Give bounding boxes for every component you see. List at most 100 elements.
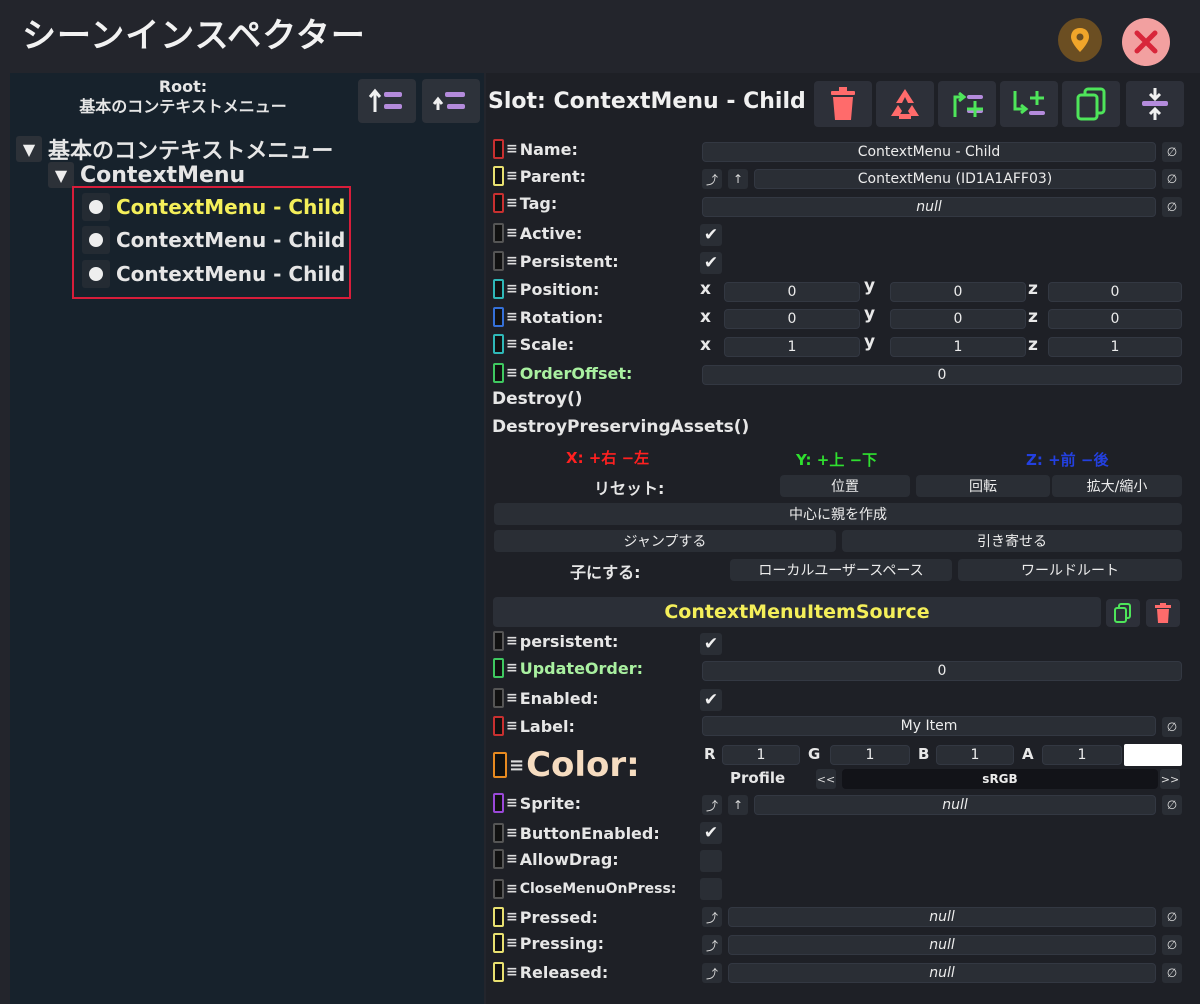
tree-node-contextmenu[interactable]: ▼ ContextMenu (48, 162, 245, 188)
color-b-label: B (918, 745, 930, 763)
recycle-icon[interactable] (876, 81, 934, 127)
axis-y-label: y (864, 332, 876, 352)
active-checkbox[interactable]: ✔ (700, 224, 722, 246)
color-a-field[interactable]: 1 (1042, 745, 1122, 765)
color-a-label: A (1022, 745, 1034, 763)
selection-highlight-box (72, 186, 351, 299)
closemenu-checkbox[interactable] (700, 878, 722, 900)
parent-field[interactable]: ContextMenu (ID1A1AFF03) (754, 169, 1156, 189)
profile-field[interactable]: sRGB (842, 769, 1158, 789)
color-g-field[interactable]: 1 (830, 745, 910, 765)
label-field-label: ≡ Label: (493, 716, 575, 736)
up-arrow-icon[interactable]: ↑ (728, 795, 748, 815)
axis-y-label: y (864, 276, 876, 296)
rotation-y-field[interactable]: 0 (890, 309, 1026, 329)
trash-icon[interactable] (814, 81, 872, 127)
destroy-method[interactable]: Destroy() (492, 389, 583, 409)
scale-x-field[interactable]: 1 (724, 337, 860, 357)
axis-legend-z: Z: +前 −後 (1026, 451, 1109, 469)
reset-position-button[interactable]: 位置 (780, 475, 910, 497)
create-parent-at-center-button[interactable]: 中心に親を作成 (494, 503, 1182, 525)
clear-icon[interactable]: ∅ (1162, 795, 1182, 815)
enabled-checkbox[interactable]: ✔ (700, 689, 722, 711)
up-arrow-icon[interactable]: ↑ (728, 169, 748, 189)
color-field-label: ≡ Color: (493, 745, 640, 785)
pressed-field[interactable]: null (728, 907, 1156, 927)
label-field[interactable]: My Item (702, 716, 1156, 736)
position-z-field[interactable]: 0 (1048, 282, 1182, 302)
clear-icon[interactable]: ∅ (1162, 169, 1182, 189)
duplicate-icon[interactable] (1062, 81, 1120, 127)
reset-rotation-button[interactable]: 回転 (916, 475, 1050, 497)
orderoffset-field[interactable]: 0 (702, 365, 1182, 385)
persistent-checkbox[interactable]: ✔ (700, 252, 722, 274)
expand-icon[interactable]: ▼ (16, 136, 42, 162)
axis-legend-y: Y: +上 −下 (796, 451, 878, 469)
reset-scale-button[interactable]: 拡大/縮小 (1052, 475, 1182, 497)
map-pin-icon[interactable] (1058, 18, 1102, 62)
closemenu-field-label: ≡ CloseMenuOnPress: (493, 879, 676, 899)
root-title: Root: (158, 77, 208, 96)
allowdrag-checkbox[interactable] (700, 850, 722, 872)
set-root-up-button[interactable] (358, 79, 416, 123)
enabled-field-label: ≡ Enabled: (493, 688, 599, 708)
color-b-field[interactable]: 1 (936, 745, 1014, 765)
rotation-z-field[interactable]: 0 (1048, 309, 1182, 329)
pressed-field-label: ≡ Pressed: (493, 907, 598, 927)
released-field[interactable]: null (728, 963, 1156, 983)
jump-to-icon[interactable]: ⤴ (702, 907, 722, 927)
profile-next-button[interactable]: >> (1160, 769, 1180, 789)
name-field[interactable]: ContextMenu - Child (702, 142, 1156, 162)
axis-z-label: z (1028, 279, 1038, 299)
buttonenabled-field-label: ≡ ButtonEnabled: (493, 823, 660, 843)
updateorder-field[interactable]: 0 (702, 661, 1182, 681)
clear-icon[interactable]: ∅ (1162, 717, 1182, 737)
local-user-space-button[interactable]: ローカルユーザースペース (730, 559, 952, 581)
color-swatch[interactable] (1124, 744, 1182, 766)
scene-inspector-window: シーンインスペクター Root: 基本のコンテキストメニュー ▼ 基本のコンテキ… (0, 0, 1200, 1004)
buttonenabled-checkbox[interactable]: ✔ (700, 822, 722, 844)
tree-node-root[interactable]: ▼ 基本のコンテキストメニュー (16, 133, 333, 165)
jump-to-icon[interactable]: ⤴ (702, 169, 722, 189)
bring-to-button[interactable]: 引き寄せる (842, 530, 1182, 552)
make-child-label: 子にする: (570, 563, 641, 582)
clear-icon[interactable]: ∅ (1162, 197, 1182, 217)
scale-field-label: ≡ Scale: (493, 334, 574, 354)
set-root-parent-button[interactable] (422, 79, 480, 123)
remove-component-icon[interactable] (1146, 599, 1180, 627)
clear-icon[interactable]: ∅ (1162, 935, 1182, 955)
clear-icon[interactable]: ∅ (1162, 963, 1182, 983)
jump-to-icon[interactable]: ⤴ (702, 935, 722, 955)
root-name: 基本のコンテキストメニュー (79, 97, 287, 116)
world-root-button[interactable]: ワールドルート (958, 559, 1182, 581)
slot-title: Slot: ContextMenu - Child (488, 89, 806, 114)
component-persistent-checkbox[interactable]: ✔ (700, 633, 722, 655)
expand-icon[interactable]: ▼ (48, 162, 74, 188)
axis-y-label: y (864, 304, 876, 324)
clear-icon[interactable]: ∅ (1162, 142, 1182, 162)
color-r-field[interactable]: 1 (722, 745, 800, 765)
close-icon[interactable] (1122, 18, 1170, 66)
position-y-field[interactable]: 0 (890, 282, 1026, 302)
insert-child-icon[interactable] (1000, 81, 1058, 127)
clear-icon[interactable]: ∅ (1162, 907, 1182, 927)
component-header[interactable]: ContextMenuItemSource (493, 597, 1101, 627)
pressing-field[interactable]: null (728, 935, 1156, 955)
scale-z-field[interactable]: 1 (1048, 337, 1182, 357)
insert-parent-icon[interactable] (938, 81, 996, 127)
window-title: シーンインスペクター (22, 16, 366, 56)
jump-to-button[interactable]: ジャンプする (494, 530, 836, 552)
tag-field[interactable]: null (702, 197, 1156, 217)
center-pivot-icon[interactable] (1126, 81, 1184, 127)
pressing-field-label: ≡ Pressing: (493, 933, 604, 953)
scale-y-field[interactable]: 1 (890, 337, 1026, 357)
duplicate-component-icon[interactable] (1106, 599, 1140, 627)
destroy-preserving-method[interactable]: DestroyPreservingAssets() (492, 417, 749, 437)
sprite-field[interactable]: null (754, 795, 1156, 815)
released-field-label: ≡ Released: (493, 962, 608, 982)
jump-to-icon[interactable]: ⤴ (702, 795, 722, 815)
position-x-field[interactable]: 0 (724, 282, 860, 302)
jump-to-icon[interactable]: ⤴ (702, 963, 722, 983)
profile-prev-button[interactable]: << (816, 769, 836, 789)
rotation-x-field[interactable]: 0 (724, 309, 860, 329)
